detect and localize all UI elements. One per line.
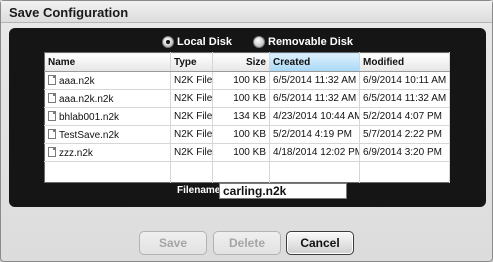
column-header-size[interactable]: Size xyxy=(212,52,270,72)
file-created: 4/23/2014 10:44 AM xyxy=(269,107,360,126)
file-name: aaa.n2k.n2k xyxy=(59,93,114,105)
file-icon xyxy=(48,92,56,103)
save-button[interactable]: Save xyxy=(139,231,207,255)
file-name: zzz.n2k xyxy=(59,147,93,159)
column-header-type[interactable]: Type xyxy=(170,52,213,72)
file-created: 4/18/2014 12:02 PM xyxy=(269,143,360,162)
file-type: N2K File xyxy=(170,143,213,162)
file-created: 6/5/2014 11:32 AM xyxy=(269,71,360,90)
radio-button-icon[interactable] xyxy=(162,36,174,48)
file-icon xyxy=(48,146,56,157)
table-header-row: Name Type Size Created Modified xyxy=(44,52,450,72)
file-size: 100 KB xyxy=(212,125,270,144)
file-modified: 5/7/2014 2:22 PM xyxy=(359,125,450,144)
file-type: N2K File xyxy=(170,107,213,126)
delete-button[interactable]: Delete xyxy=(213,231,281,255)
file-modified: 6/5/2014 11:32 AM xyxy=(359,89,450,108)
file-modified: 5/2/2014 4:07 PM xyxy=(359,107,450,126)
file-created: 5/2/2014 4:19 PM xyxy=(269,125,360,144)
file-created: 6/5/2014 11:32 AM xyxy=(269,89,360,108)
file-size: 100 KB xyxy=(212,89,270,108)
file-panel: Local Disk Removable Disk Name Type Size… xyxy=(9,28,486,207)
file-name: aaa.n2k xyxy=(59,75,95,87)
file-name: bhlab001.n2k xyxy=(59,111,120,123)
dialog-title: Save Configuration xyxy=(9,5,129,20)
file-icon xyxy=(48,128,56,139)
table-row[interactable]: zzz.n2k N2K File 100 KB 4/18/2014 12:02 … xyxy=(44,143,450,162)
save-configuration-dialog: Save Configuration Local Disk Removable … xyxy=(0,0,493,262)
file-modified: 6/9/2014 10:11 AM xyxy=(359,71,450,90)
cancel-button[interactable]: Cancel xyxy=(286,231,354,255)
table-row[interactable]: bhlab001.n2k N2K File 134 KB 4/23/2014 1… xyxy=(44,107,450,126)
title-bar[interactable]: Save Configuration xyxy=(1,1,492,23)
radio-removable-disk-label: Removable Disk xyxy=(268,36,353,48)
file-size: 100 KB xyxy=(212,143,270,162)
file-size: 134 KB xyxy=(212,107,270,126)
column-header-name[interactable]: Name xyxy=(44,52,171,72)
file-modified: 6/9/2014 3:20 PM xyxy=(359,143,450,162)
file-name: TestSave.n2k xyxy=(59,129,120,141)
filename-input[interactable] xyxy=(219,183,347,199)
column-header-modified[interactable]: Modified xyxy=(359,52,450,72)
file-type: N2K File xyxy=(170,71,213,90)
radio-removable-disk[interactable]: Removable Disk xyxy=(253,35,353,49)
table-row[interactable]: aaa.n2k.n2k N2K File 100 KB 6/5/2014 11:… xyxy=(44,89,450,108)
table-row[interactable]: aaa.n2k N2K File 100 KB 6/5/2014 11:32 A… xyxy=(44,71,450,90)
file-type: N2K File xyxy=(170,89,213,108)
radio-local-disk-label: Local Disk xyxy=(177,36,233,48)
file-icon xyxy=(48,110,56,121)
radio-local-disk[interactable]: Local Disk xyxy=(162,35,232,49)
radio-button-icon[interactable] xyxy=(253,36,265,48)
file-icon xyxy=(48,74,56,85)
filename-label: Filename xyxy=(177,185,221,196)
file-type: N2K File xyxy=(170,125,213,144)
column-header-created[interactable]: Created xyxy=(269,52,360,72)
file-list-table: Name Type Size Created Modified aaa.n2k … xyxy=(44,52,450,183)
file-size: 100 KB xyxy=(212,71,270,90)
table-empty-space xyxy=(44,161,450,183)
table-row[interactable]: TestSave.n2k N2K File 100 KB 5/2/2014 4:… xyxy=(44,125,450,144)
